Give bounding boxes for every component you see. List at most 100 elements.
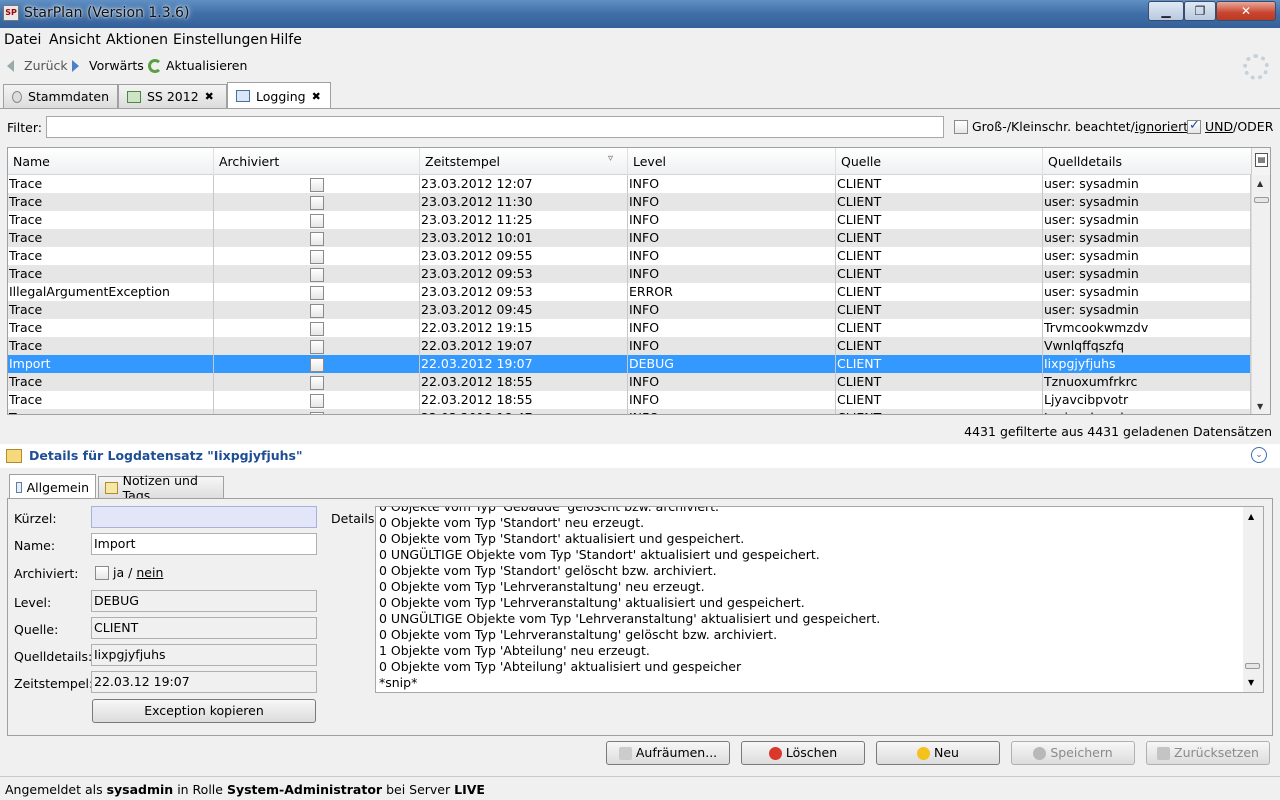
cell-quelldetails: Ljyavcibpvotr (1043, 391, 1251, 409)
tab-logging[interactable]: Logging ✖ (227, 82, 331, 109)
table-row[interactable]: Trace 22.03.2012 18:55 INFO CLIENT Tznuoxumf… (8, 373, 1251, 391)
col-archiviert[interactable]: Archiviert (214, 148, 420, 175)
table-row[interactable]: Trace 23.03.2012 09:55 INFO CLIENT user: sys… (8, 247, 1251, 265)
menu-einstellungen[interactable]: Einstellungen (173, 32, 268, 48)
archived-checkbox[interactable] (310, 322, 324, 336)
and-or-option[interactable]: UND/ODER (1187, 118, 1273, 134)
table-row[interactable]: Trace 22.03.2012 18:55 INFO CLIENT Ljyavcibp… (8, 391, 1251, 409)
cell-quelldetails: user: sysadmin (1043, 283, 1251, 301)
archived-checkbox[interactable] (310, 358, 324, 372)
table-row[interactable]: Trace 23.03.2012 11:25 INFO CLIENT user: sys… (8, 211, 1251, 229)
new-button[interactable]: Neu (876, 741, 1000, 765)
back-button[interactable]: Zurück (7, 58, 68, 73)
archived-checkbox[interactable] (310, 250, 324, 264)
archived-checkbox[interactable] (310, 178, 324, 192)
cell-quelldetails: user: sysadmin (1043, 301, 1251, 319)
details-scrollbar[interactable]: ▲ ▼ (1243, 507, 1263, 692)
tab-notizen[interactable]: Notizen und Tags (98, 473, 224, 503)
details-text-line: 0 Objekte vom Typ 'Standort' gelöscht bz… (379, 563, 717, 578)
form-icon (16, 481, 22, 493)
archiviert-option[interactable]: ja / nein (95, 565, 163, 580)
name-field[interactable]: Import (91, 533, 317, 555)
table-row[interactable]: Trace 22.03.2012 18:47INFOCLIENTJzwiwmkxq… (8, 409, 1251, 414)
table-row[interactable]: Trace 23.03.2012 09:45 INFO CLIENT user: sys… (8, 301, 1251, 319)
archived-checkbox[interactable] (310, 286, 324, 300)
table-row[interactable]: Trace 23.03.2012 10:01 INFO CLIENT user: sys… (8, 229, 1251, 247)
tab-ss2012[interactable]: SS 2012 ✖ (118, 84, 227, 108)
menu-hilfe[interactable]: Hilfe (270, 32, 302, 48)
cell-level: DEBUG (628, 355, 836, 373)
cell-quelldetails: user: sysadmin (1043, 175, 1251, 193)
archived-checkbox[interactable] (310, 412, 324, 414)
and-or-checkbox[interactable] (1187, 118, 1201, 134)
archived-cell (214, 301, 420, 319)
cell-name: Trace (8, 265, 214, 283)
close-tab-icon[interactable]: ✖ (205, 90, 214, 103)
case-sensitive-option[interactable]: Groß-/Kleinschr. beachtet/ignoriert (954, 119, 1188, 134)
cell-quelldetails: Trvmcookwmzdv (1043, 319, 1251, 337)
minimize-button[interactable]: ▁ (1148, 1, 1184, 21)
save-button[interactable]: Speichern (1011, 741, 1135, 765)
table-scrollbar[interactable]: ▲ ▼ (1251, 175, 1270, 414)
cell-name: Trace (8, 319, 214, 337)
archived-cell (214, 229, 420, 247)
archiviert-checkbox[interactable] (95, 565, 109, 580)
scroll-up-icon[interactable]: ▲ (1257, 179, 1263, 188)
forward-button[interactable]: Vorwärts (72, 58, 144, 73)
archived-checkbox[interactable] (310, 214, 324, 228)
archived-checkbox[interactable] (310, 394, 324, 408)
delete-button[interactable]: Löschen (741, 741, 865, 765)
archived-checkbox[interactable] (310, 232, 324, 246)
cell-zeitstempel: 23.03.2012 09:45 (420, 301, 628, 319)
exception-copy-button[interactable]: Exception kopieren (92, 699, 316, 723)
table-row[interactable]: Import 22.03.2012 19:07 DEBUG CLIENT Iixpgjy… (8, 355, 1251, 373)
col-name[interactable]: Name (8, 148, 214, 175)
table-row[interactable]: Trace 23.03.2012 12:07 INFO CLIENT user: sys… (8, 175, 1251, 193)
cell-zeitstempel: 22.03.2012 18:55 (420, 373, 628, 391)
tab-stammdaten[interactable]: Stammdaten (3, 84, 118, 108)
maximize-button[interactable]: ❐ (1184, 1, 1216, 21)
details-text-line: 0 Objekte vom Typ 'Gebäude' gelöscht bzw… (379, 506, 720, 514)
menu-aktionen[interactable]: Aktionen (106, 32, 168, 48)
cell-quelle: CLIENT (836, 373, 1043, 391)
table-row[interactable]: Trace 22.03.2012 19:15 INFO CLIENT Trvmcookw… (8, 319, 1251, 337)
cell-name: Trace (8, 409, 214, 414)
archived-checkbox[interactable] (310, 196, 324, 210)
col-quelldetails[interactable]: Quelldetails (1043, 148, 1251, 175)
details-textarea[interactable]: 0 Objekte vom Typ 'Gebäude' gelöscht bzw… (375, 506, 1264, 693)
archived-checkbox[interactable] (310, 268, 324, 282)
archived-checkbox[interactable] (310, 340, 324, 354)
archiviert-nein: nein (136, 565, 164, 580)
cell-level: INFO (628, 175, 836, 193)
scroll-down-icon[interactable]: ▼ (1248, 678, 1254, 687)
col-level[interactable]: Level (628, 148, 836, 175)
table-row[interactable]: Trace 23.03.2012 11:30 INFO CLIENT user: sys… (8, 193, 1251, 211)
col-zeitstempel[interactable]: Zeitstempel ▿ (420, 148, 628, 175)
scroll-up-icon[interactable]: ▲ (1248, 512, 1254, 521)
close-window-button[interactable]: ✕ (1216, 1, 1276, 21)
scroll-thumb[interactable] (1254, 197, 1269, 203)
details-scroll-thumb[interactable] (1245, 663, 1260, 669)
filter-input[interactable] (46, 116, 944, 138)
table-row[interactable]: Trace 22.03.2012 19:07 INFO CLIENT Vwnlqffqs… (8, 337, 1251, 355)
case-sensitive-checkbox[interactable] (954, 119, 968, 134)
column-picker-button[interactable]: ▤ (1251, 148, 1270, 175)
table-row[interactable]: IllegalArgumentException 23.03.2012 09:53… (8, 283, 1251, 301)
cell-zeitstempel: 23.03.2012 09:55 (420, 247, 628, 265)
table-row[interactable]: Trace 23.03.2012 09:53 INFO CLIENT user: sys… (8, 265, 1251, 283)
notes-icon (105, 481, 118, 494)
menu-ansicht[interactable]: Ansicht (49, 32, 101, 48)
archived-checkbox[interactable] (310, 376, 324, 390)
refresh-button[interactable]: Aktualisieren (148, 58, 247, 73)
close-tab-icon[interactable]: ✖ (312, 90, 321, 103)
tab-allgemein[interactable]: Allgemein (9, 474, 96, 499)
col-quelle[interactable]: Quelle (836, 148, 1043, 175)
cleanup-button[interactable]: Aufräumen... (606, 741, 730, 765)
archived-checkbox[interactable] (310, 304, 324, 318)
menu-datei[interactable]: Datei (4, 32, 41, 48)
reset-button[interactable]: Zurücksetzen (1146, 741, 1270, 765)
collapse-icon[interactable]: ⌄ (1251, 447, 1267, 463)
kuerzel-field[interactable] (91, 506, 317, 528)
scroll-down-icon[interactable]: ▼ (1257, 402, 1263, 411)
cell-name: Import (8, 355, 214, 373)
